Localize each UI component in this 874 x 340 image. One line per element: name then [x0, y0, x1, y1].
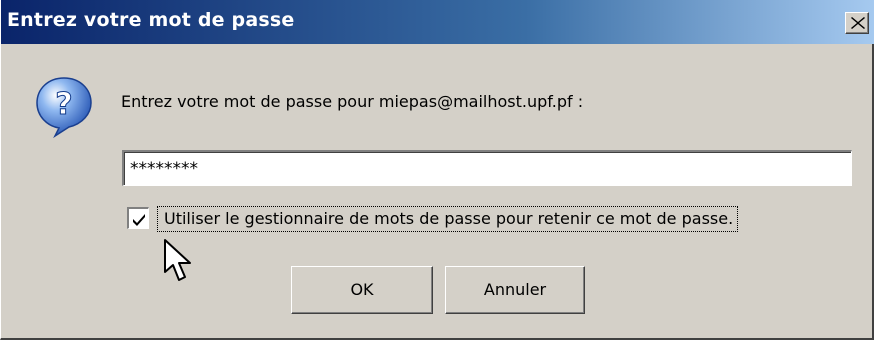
password-input[interactable]: ******** [122, 150, 852, 186]
close-button[interactable] [845, 12, 869, 34]
question-icon: ? [36, 77, 92, 138]
title-bar[interactable]: Entrez votre mot de passe [1, 0, 874, 44]
remember-password-label[interactable]: Utiliser le gestionnaire de mots de pass… [157, 206, 739, 232]
password-value: ******** [130, 159, 198, 179]
password-prompt: Entrez votre mot de passe pour miepas@ma… [121, 92, 584, 111]
ok-button[interactable]: OK [291, 266, 433, 314]
remember-password-checkbox[interactable] [127, 207, 149, 229]
dialog-title: Entrez votre mot de passe [7, 9, 295, 31]
cancel-button[interactable]: Annuler [445, 266, 585, 314]
checkmark-icon [133, 214, 145, 226]
svg-text:?: ? [55, 87, 72, 122]
mouse-pointer-icon [164, 239, 191, 281]
password-dialog: Entrez votre mot de passe ? Entrez votre… [0, 0, 874, 340]
close-icon [851, 17, 865, 29]
